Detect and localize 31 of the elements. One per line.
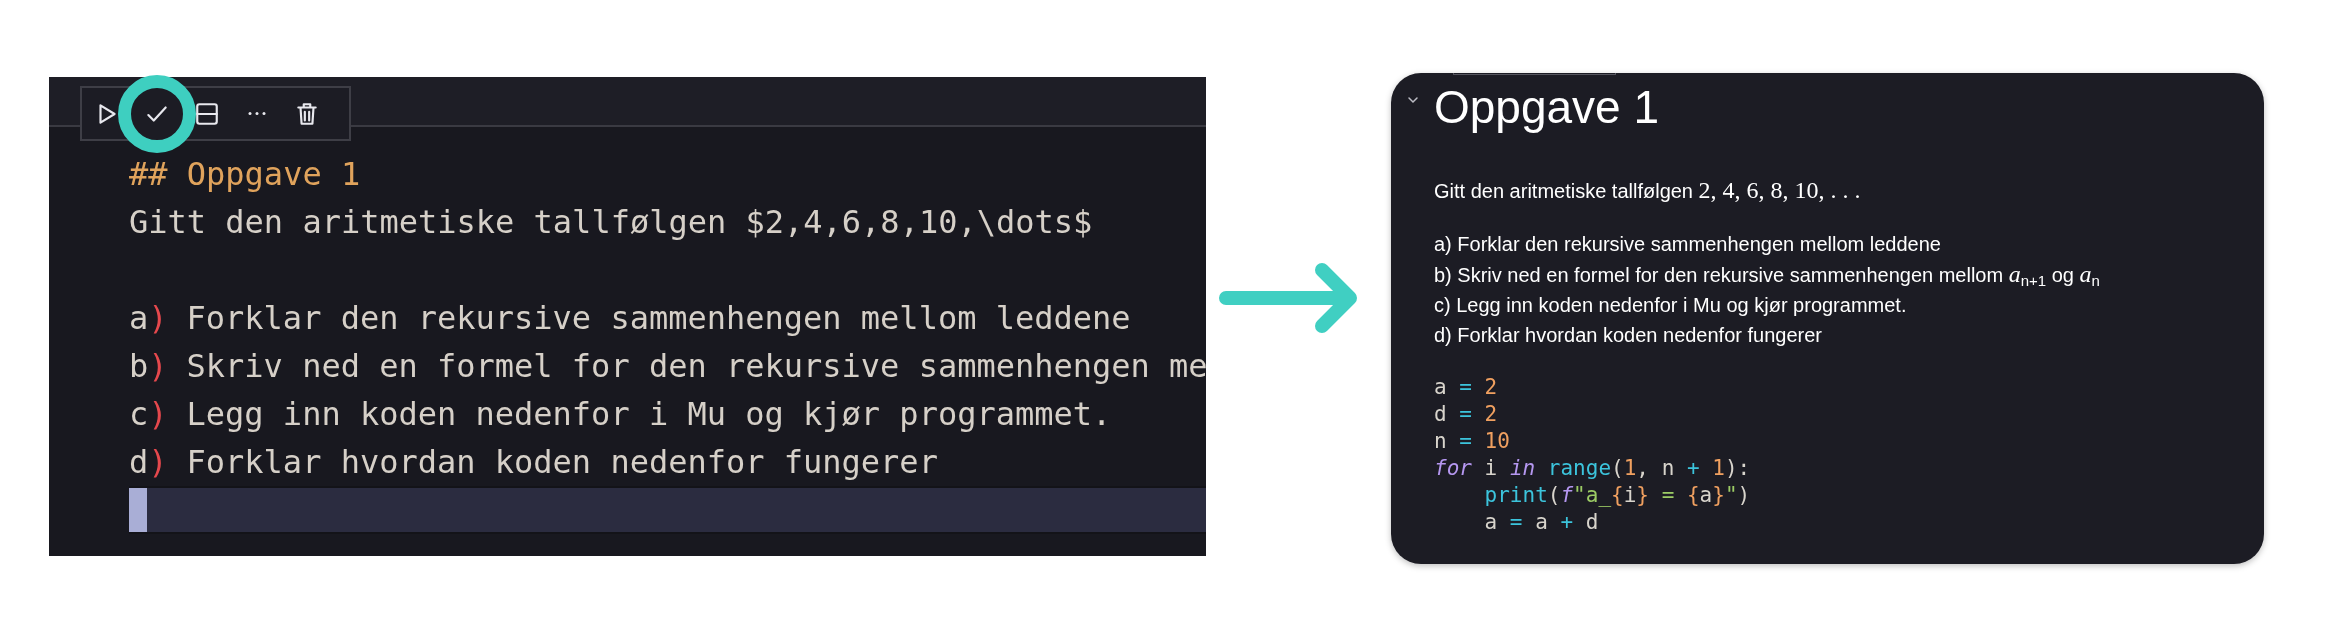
list-paren: ) — [148, 442, 168, 483]
code-line: Gitt den aritmetiske tallfølgen $2,4,6,8,10,\dots$ — [129, 202, 1094, 243]
list-paren: ) — [148, 298, 168, 339]
toolbar-button[interactable] — [194, 100, 220, 127]
list-paren: ) — [148, 394, 168, 435]
paragraph: a) Forklar den rekursive sammenhengen mellom leddene — [1434, 232, 1942, 257]
code-line: Forklar den rekursive sammenhengen mellom leddene — [186, 298, 1131, 339]
code-line: d = 2 — [1434, 401, 1498, 428]
list-marker: b — [129, 346, 149, 387]
preview-heading: Oppgave 1 — [1434, 80, 1660, 135]
paragraph: c) Legg inn koden nedenfor i Mu og kjør programmet. — [1434, 293, 1908, 318]
paragraph: d) Forklar hvordan koden nedenfor fungerer — [1434, 323, 1823, 348]
list-marker: c — [129, 394, 149, 435]
toolbar-button[interactable] — [294, 100, 320, 127]
text-cursor — [129, 488, 147, 532]
split-cell-icon — [194, 100, 220, 127]
list-marker: d — [129, 442, 149, 483]
code-line: Skriv ned en formel for den rekursive sammenhengen me — [186, 346, 1206, 387]
code-line: n = 10 — [1434, 428, 1510, 455]
list-marker: a — [129, 298, 149, 339]
code-line: Legg inn koden nedenfor i Mu og kjør programmet. — [186, 394, 1112, 435]
code-line: a = 2 — [1434, 374, 1498, 401]
list-paren: ) — [148, 346, 168, 387]
code-line: for i in range(1, n + 1): — [1434, 455, 1751, 482]
code-line: print(f"a_{i} = {a}") — [1483, 482, 1751, 509]
code-line: Forklar hvordan koden nedenfor fungerer — [186, 442, 938, 483]
markdown-heading: ## Oppgave 1 — [129, 154, 362, 195]
code-line: a = a + d — [1483, 509, 1599, 536]
paragraph: b) Skriv ned en formel for den rekursive sammenhengen mellom a$_{n+1}$ og a$_{n}$ — [1434, 260, 2101, 290]
paragraph: Gitt den aritmetiske tallfølgen 2, 4, 6, 8, 10, . . . — [1434, 176, 1862, 205]
trash-icon — [294, 100, 320, 127]
